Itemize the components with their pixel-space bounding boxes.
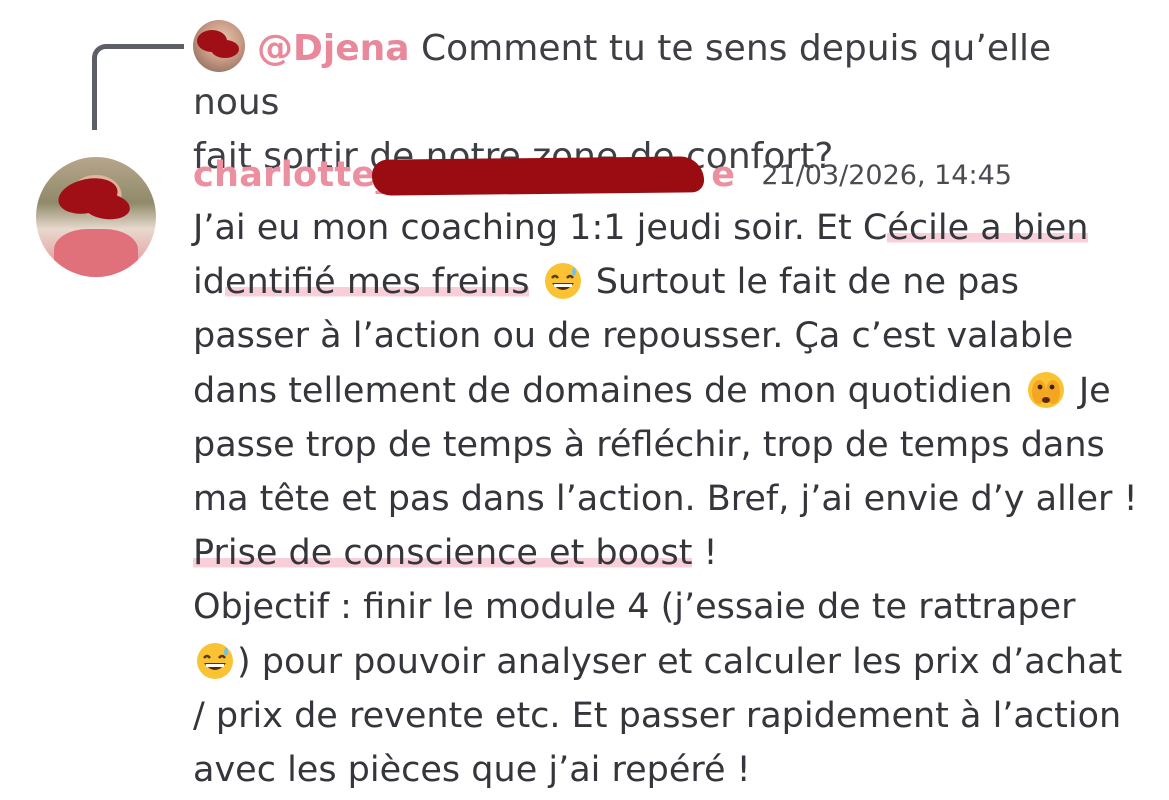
highlighted-text: Prise de conscience et boost [193,533,693,574]
message-line: ) pour pouvoir analyser et calculer les … [193,635,1153,689]
reply-mention[interactable]: @Djena [257,28,410,69]
message-line: ma tête et pas dans l’action. Bref, j’ai… [193,479,1138,520]
highlighted-text: entifié mes freins [224,262,530,303]
face-with-peeking-eye-emoji-icon [1027,371,1064,408]
message-line: / prix de revente etc. Et passer rapidem… [193,695,1122,736]
reply-connector-line [92,44,184,130]
message-line: Objectif : finir le module 4 (j’essaie d… [193,587,1076,628]
message-line: Prise de conscience et boost ! [193,533,718,574]
message-timestamp: 21/03/2026, 14:45 [761,159,1012,191]
message-line: dans tellement de domaines de mon quotid… [193,370,1111,411]
message-line: passer à l’action ou de repousser. Ça c’… [193,316,1074,357]
message-line: passe trop de temps à réfléchir, trop de… [193,424,1105,465]
grinning-sweat-emoji-icon [544,263,581,300]
highlighted-text: écile a bien [887,208,1089,248]
message-line: avec les pièces que j’ai repéré ! [193,750,751,791]
username-redaction [371,156,705,196]
grinning-sweat-emoji-icon [197,642,233,679]
message-line: J’ai eu mon coaching 1:1 jeudi soir. Et … [193,208,1089,248]
message-body: J’ai eu mon coaching 1:1 jeudi soir. Et … [193,201,1153,797]
message-line: identifié mes freins Surtout le fait de … [193,262,1020,303]
author-avatar[interactable] [36,157,156,277]
